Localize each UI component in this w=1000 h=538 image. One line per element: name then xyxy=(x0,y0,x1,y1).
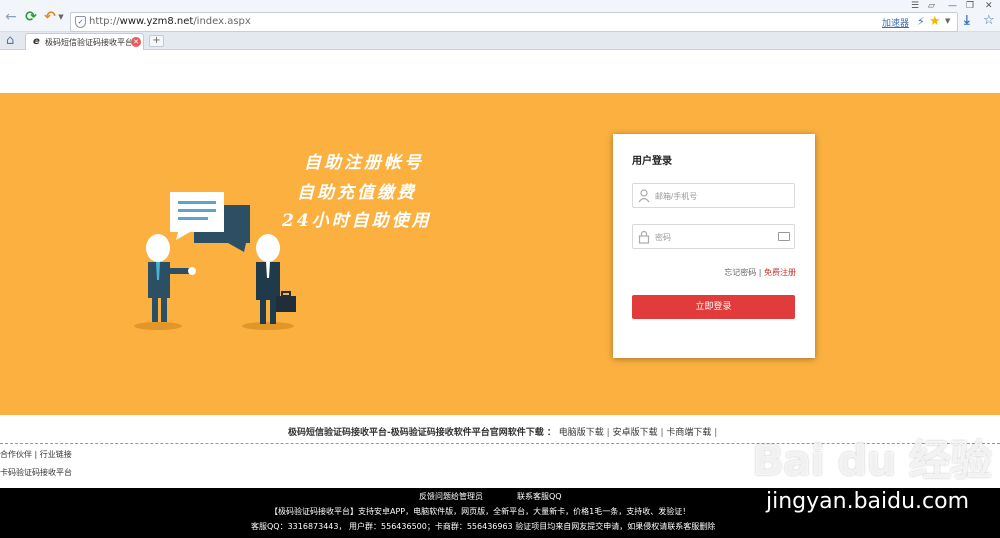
close-tab-icon[interactable]: ✕ xyxy=(131,37,141,47)
lightning-icon[interactable]: ⚡ xyxy=(917,15,925,28)
download-label: 软件下载 ： xyxy=(507,428,556,438)
slogan-line-1: 自助注册帐号 xyxy=(304,153,424,173)
partner-site-link[interactable]: 卡码验证码接收平台 xyxy=(0,468,72,477)
lock-icon xyxy=(638,230,650,244)
restore-icon[interactable]: ❐ xyxy=(966,1,974,11)
username-input[interactable] xyxy=(655,188,775,204)
download-icon[interactable]: ⤓ xyxy=(964,13,970,28)
footer-description: 【极码验证码接收平台】支持安卓APP，电脑软件版，网页版，全新平台，大量新卡，价… xyxy=(270,507,691,516)
site-name: 极码短信验证码接收平台-极码验证码接收软件平台官网 xyxy=(288,428,508,438)
url-text[interactable]: http://www.yzm8.net/index.aspx xyxy=(89,16,251,27)
close-window-icon[interactable]: ✕ xyxy=(985,1,993,11)
username-field-wrapper xyxy=(632,183,795,208)
partner-link-row: 卡码验证码接收平台 xyxy=(0,467,72,478)
tab-bar: ⌂ e 极码短信验证码接收平台- ✕ + xyxy=(0,32,1000,50)
chevron-down-icon[interactable]: ▼ xyxy=(945,17,950,25)
partner-row: 合作伙伴 | 行业链接 xyxy=(0,449,72,460)
virtual-keyboard-icon[interactable] xyxy=(778,232,790,241)
pc-download-link[interactable]: 电脑版下载 xyxy=(559,428,604,438)
home-icon[interactable]: ⌂ xyxy=(6,33,14,48)
industry-links-link[interactable]: 行业链接 xyxy=(40,450,72,459)
separator: | xyxy=(660,428,664,438)
tab-title: 极码短信验证码接收平台- xyxy=(45,38,131,47)
hero-banner: 自助注册帐号 自助充值缴费 24小时自助使用 用户登录 邮箱/手机号 忘记密码 … xyxy=(0,93,1000,415)
android-download-link[interactable]: 安卓版下载 xyxy=(613,428,658,438)
separator: | xyxy=(714,428,718,438)
separator: | xyxy=(606,428,610,438)
baidu-jingyan-watermark-url: jingyan.baidu.com xyxy=(766,489,970,514)
business-chat-illustration xyxy=(134,192,296,330)
baidu-jingyan-watermark-logo: Bai du 经验 xyxy=(752,436,992,485)
chevron-down-icon[interactable]: ▼ xyxy=(57,9,65,25)
briefcase-icon xyxy=(276,296,296,312)
skin-icon[interactable]: ▱ xyxy=(928,1,935,11)
back-arrow-icon[interactable]: ← xyxy=(3,9,19,25)
slogan-line-2: 自助充值缴费 xyxy=(297,183,417,203)
footer-contact-info: 客服QQ：3316873443， 用户群：556436500；卡商群：55643… xyxy=(251,522,716,531)
minimize-icon[interactable]: — xyxy=(948,1,957,11)
menu-icon[interactable]: ☰ xyxy=(911,1,919,11)
password-field-wrapper xyxy=(632,224,795,249)
tab-active[interactable]: e 极码短信验证码接收平台- ✕ xyxy=(25,33,144,50)
link-separator: | xyxy=(758,268,762,277)
login-title: 用户登录 xyxy=(632,156,672,167)
address-bar[interactable]: ✓ http://www.yzm8.net/index.aspx 加速器 ⚡ ★… xyxy=(70,12,958,32)
refresh-icon[interactable]: ⟳ xyxy=(23,9,39,25)
accelerator-link[interactable]: 加速器 xyxy=(882,16,909,29)
new-tab-button[interactable]: + xyxy=(149,35,164,47)
favorite-star-icon[interactable]: ★ xyxy=(929,14,941,29)
login-panel: 用户登录 忘记密码 | 免费注册 立即登录 xyxy=(613,134,815,358)
shield-icon: ✓ xyxy=(75,16,86,28)
site-favicon-icon: e xyxy=(33,36,40,47)
feedback-link[interactable]: 反馈问题给管理员 xyxy=(419,491,483,502)
partners-link[interactable]: 合作伙伴 xyxy=(0,450,32,459)
bookmark-star-icon[interactable]: ☆ xyxy=(983,13,995,28)
contact-qq-link[interactable]: 联系客服QQ xyxy=(517,491,562,502)
login-button[interactable]: 立即登录 xyxy=(632,295,795,319)
download-links-row: 极码短信验证码接收平台-极码验证码接收软件平台官网软件下载 ： 电脑版下载 | … xyxy=(288,425,717,438)
separator: | xyxy=(34,450,38,459)
free-register-link[interactable]: 免费注册 xyxy=(764,268,796,277)
undo-icon[interactable]: ↶ xyxy=(42,9,58,25)
browser-toolbar: ← ⟳ ↶ ▼ ☰ ▱ — ❐ ✕ ✓ http://www.yzm8.net/… xyxy=(0,0,1000,32)
forgot-password-link[interactable]: 忘记密码 xyxy=(724,268,756,277)
password-input[interactable] xyxy=(655,229,775,245)
user-icon xyxy=(638,189,650,203)
login-links: 忘记密码 | 免费注册 xyxy=(724,267,796,278)
card-dealer-download-link[interactable]: 卡商端下载 xyxy=(666,428,711,438)
